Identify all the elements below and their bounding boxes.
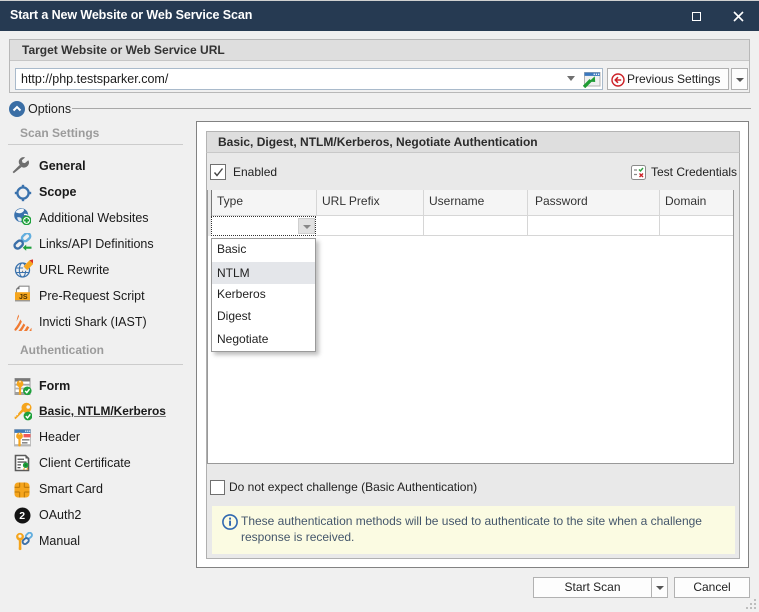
svg-text:JS: JS <box>19 294 28 301</box>
svg-text:2: 2 <box>19 510 25 522</box>
